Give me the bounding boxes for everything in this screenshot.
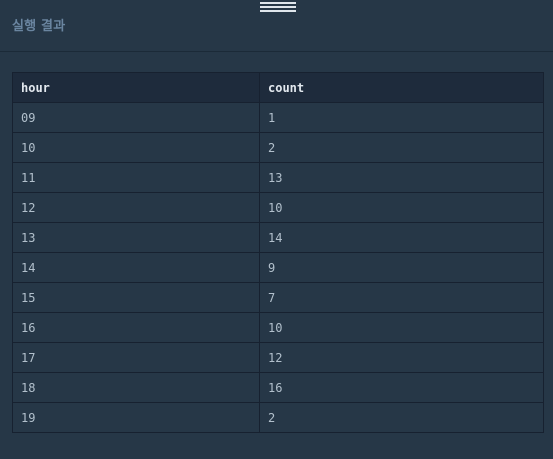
cell-count: 7 [259, 282, 544, 313]
cell-hour: 13 [12, 222, 260, 253]
cell-count: 13 [259, 162, 544, 193]
table-header-row: hour count [12, 72, 544, 103]
table-row: 15 7 [12, 282, 544, 313]
column-header-count: count [259, 72, 544, 103]
cell-count: 16 [259, 372, 544, 403]
column-header-hour: hour [12, 72, 260, 103]
cell-count: 12 [259, 342, 544, 373]
cell-hour: 12 [12, 192, 260, 223]
drag-handle-icon[interactable] [260, 2, 296, 12]
cell-count: 14 [259, 222, 544, 253]
cell-hour: 16 [12, 312, 260, 343]
cell-hour: 11 [12, 162, 260, 193]
result-table: hour count 09 1 10 2 11 13 12 10 13 14 1… [12, 72, 544, 433]
cell-hour: 18 [12, 372, 260, 403]
cell-count: 10 [259, 312, 544, 343]
cell-hour: 19 [12, 402, 260, 433]
cell-count: 10 [259, 192, 544, 223]
cell-hour: 17 [12, 342, 260, 373]
table-row: 17 12 [12, 342, 544, 373]
cell-count: 9 [259, 252, 544, 283]
table-row: 13 14 [12, 222, 544, 253]
cell-hour: 15 [12, 282, 260, 313]
table-row: 09 1 [12, 102, 544, 133]
table-row: 19 2 [12, 402, 544, 433]
cell-hour: 14 [12, 252, 260, 283]
panel-title: 실행 결과 [12, 19, 66, 34]
table-row: 12 10 [12, 192, 544, 223]
cell-hour: 10 [12, 132, 260, 163]
table-row: 10 2 [12, 132, 544, 163]
result-panel-header: 실행 결과 [0, 0, 553, 52]
table-row: 14 9 [12, 252, 544, 283]
cell-count: 2 [259, 132, 544, 163]
cell-count: 1 [259, 102, 544, 133]
cell-count: 2 [259, 402, 544, 433]
cell-hour: 09 [12, 102, 260, 133]
table-row: 16 10 [12, 312, 544, 343]
table-row: 18 16 [12, 372, 544, 403]
table-row: 11 13 [12, 162, 544, 193]
